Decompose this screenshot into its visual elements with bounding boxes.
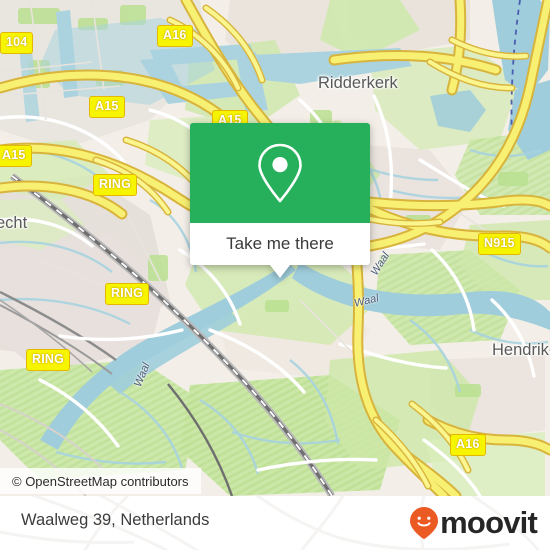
map-screen: 104 A16 A15 A15 A15 RING RING RING N915 … (0, 0, 550, 550)
destination-popup[interactable]: Take me there (190, 123, 370, 278)
place-label-barendrecht: echt (0, 214, 28, 232)
road-shield: N915 (478, 233, 521, 255)
place-label-hendrik-ido: Hendrik-Id (492, 341, 550, 359)
popup-action-row[interactable]: Take me there (190, 223, 370, 265)
road-shield: A16 (450, 434, 486, 456)
road-shield: RING (105, 283, 150, 305)
road-shield: RING (93, 174, 138, 196)
road-shield: A15 (89, 96, 125, 118)
brand-name: moovit (440, 505, 538, 540)
road-shield: 104 (0, 32, 34, 54)
take-me-there-label: Take me there (226, 234, 334, 253)
road-shield: A15 (0, 145, 32, 167)
popup-pin-area (190, 123, 370, 223)
road-shield: A16 (157, 25, 193, 47)
brand-logo[interactable]: moovit (409, 505, 538, 540)
moovit-pin-smiley-icon (410, 507, 439, 540)
location-pin-icon (258, 143, 302, 203)
popup-tail (270, 265, 290, 278)
footer-address: Waalweg 39, Netherlands (21, 511, 210, 529)
osm-attribution[interactable]: © OpenStreetMap contributors (0, 468, 201, 494)
road-shield: RING (26, 349, 71, 371)
place-label-ridderkerk: Ridderkerk (318, 74, 398, 92)
footer-bar: Waalweg 39, Netherlands moovit (0, 496, 550, 550)
map-canvas[interactable]: 104 A16 A15 A15 A15 RING RING RING N915 … (0, 0, 550, 496)
osm-attribution-text: © OpenStreetMap contributors (12, 473, 189, 489)
